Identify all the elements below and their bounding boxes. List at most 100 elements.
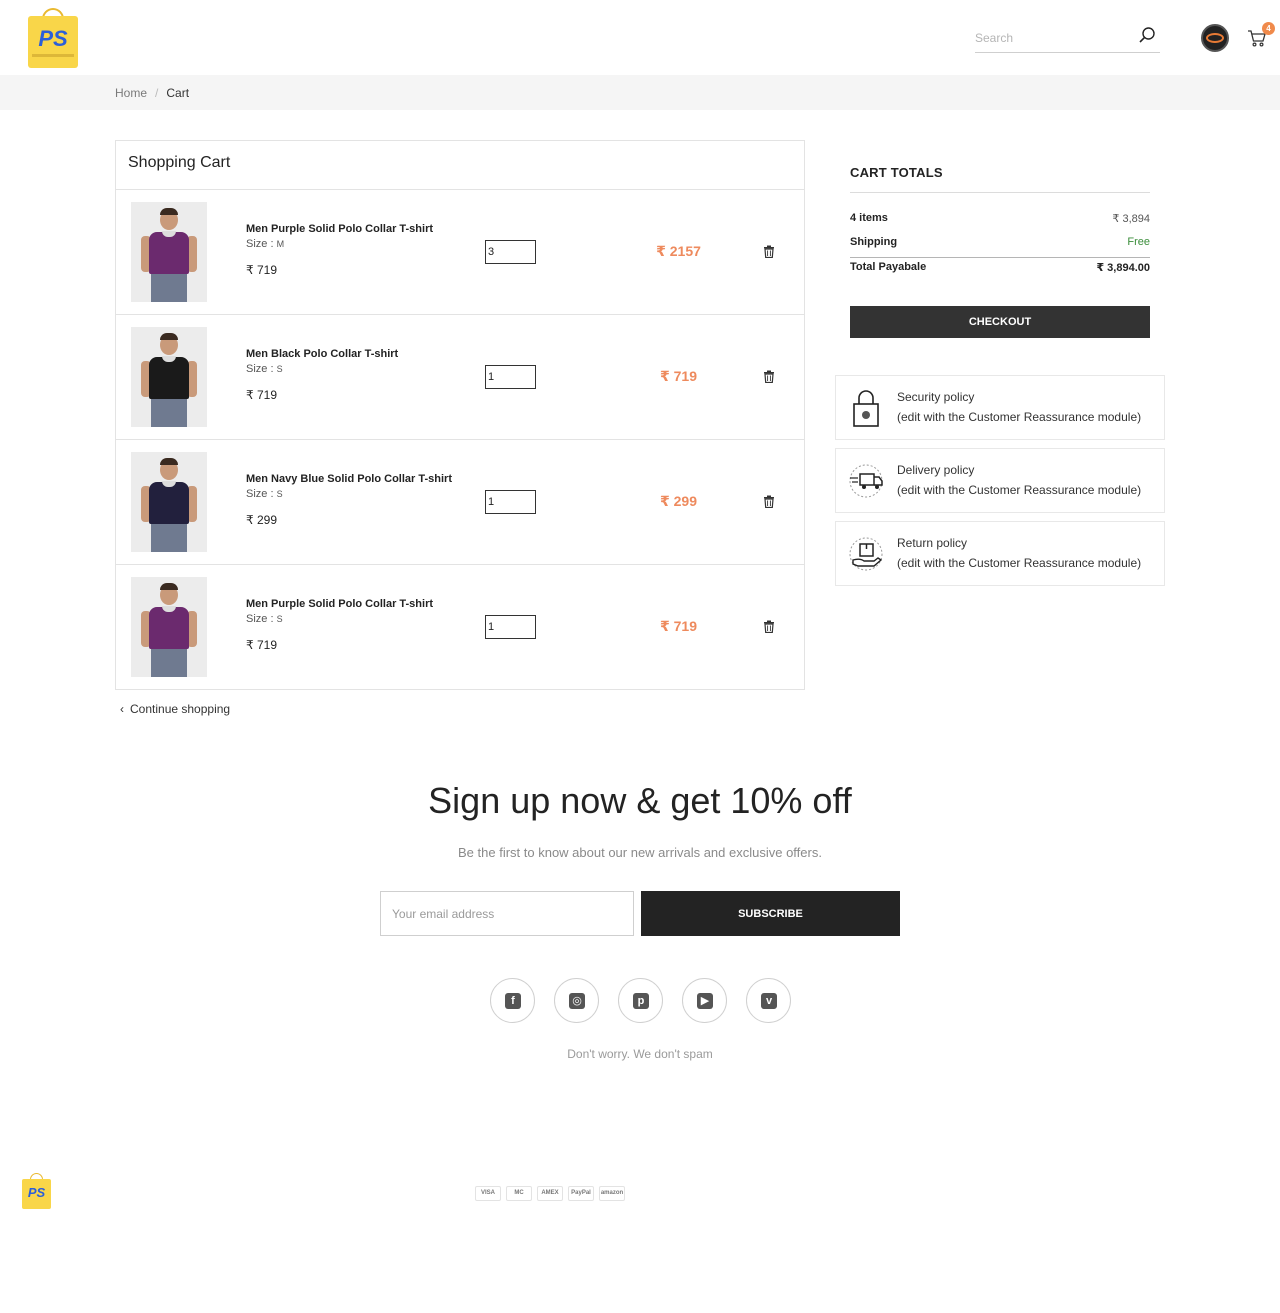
cart-title: Shopping Cart (128, 154, 231, 171)
shopping-cart-panel: Shopping Cart Men Purple Solid Polo Coll… (115, 140, 805, 690)
size-value: S (276, 614, 283, 624)
return-policy-desc: (edit with the Customer Reassurance modu… (897, 556, 1142, 570)
quantity-input[interactable] (485, 240, 536, 264)
cart-item-row: Men Purple Solid Polo Collar T-shirt Size… (116, 190, 804, 315)
lock-icon (853, 390, 879, 427)
security-policy-title: Security policy (897, 390, 975, 404)
visa-payment-icon: VISA (475, 1186, 501, 1201)
delivery-truck-icon (849, 464, 883, 498)
mastercard-payment-icon: MC (506, 1186, 532, 1201)
total-payable-label: Total Payabale (850, 261, 927, 273)
cart-count-badge: 4 (1262, 22, 1275, 35)
size-label: Size : (246, 613, 274, 625)
trash-icon[interactable] (763, 370, 775, 383)
delivery-policy-desc: (edit with the Customer Reassurance modu… (897, 483, 1142, 497)
size-label: Size : (246, 238, 274, 250)
line-total-price: ₹ 719 (660, 618, 697, 634)
cart-item-row: Men Black Polo Collar T-shirt Size : S ₹ 7… (116, 315, 804, 440)
product-name[interactable]: Men Purple Solid Polo Collar T-shirt (246, 223, 433, 235)
breadcrumb-separator: / (155, 86, 159, 100)
search-icon[interactable] (1138, 26, 1156, 44)
search-input[interactable] (975, 28, 1135, 48)
checkout-button[interactable]: CHECKOUT (850, 306, 1150, 338)
size-value: S (276, 489, 283, 499)
newsletter-email-input[interactable] (380, 891, 634, 936)
product-image[interactable] (131, 202, 207, 302)
continue-shopping-label: Continue shopping (130, 702, 231, 716)
product-name[interactable]: Men Navy Blue Solid Polo Collar T-shirt (246, 473, 452, 485)
line-total-price: ₹ 2157 (656, 243, 701, 259)
product-unit-price: ₹ 719 (246, 388, 277, 402)
instagram-icon: ◎ (569, 993, 585, 1009)
logo-text: PS (38, 26, 68, 51)
cart-item-row: Men Purple Solid Polo Collar T-shirt Size… (116, 565, 804, 690)
newsletter-title: Sign up now & get 10% off (428, 780, 852, 821)
product-size: Size : M (246, 238, 284, 250)
product-size: Size : S (246, 488, 283, 500)
items-subtotal-value: ₹ 3,894 (1112, 213, 1150, 225)
breadcrumb: Home / Cart (115, 86, 189, 100)
product-image[interactable] (131, 577, 207, 677)
footer-logo-text: PS (27, 1185, 46, 1200)
amazon-payment-icon: amazon (599, 1186, 625, 1201)
size-label: Size : (246, 488, 274, 500)
delivery-policy-block: Delivery policy (edit with the Customer … (835, 448, 1165, 513)
pinterest-link[interactable]: p (618, 978, 663, 1023)
product-name[interactable]: Men Black Polo Collar T-shirt (246, 348, 398, 360)
size-value: S (276, 364, 283, 374)
newsletter-subtitle: Be the first to know about our new arriv… (458, 845, 822, 860)
breadcrumb-bar: Home / Cart (0, 75, 1280, 110)
security-policy-block: Security policy (edit with the Customer … (835, 375, 1165, 440)
breadcrumb-current: Cart (166, 86, 190, 100)
youtube-link[interactable]: ▶ (682, 978, 727, 1023)
facebook-link[interactable]: f (490, 978, 535, 1023)
trash-icon[interactable] (763, 495, 775, 508)
site-header: PS 4 (0, 0, 1280, 75)
product-image[interactable] (131, 327, 207, 427)
youtube-icon: ▶ (697, 993, 713, 1009)
return-policy-block: Return policy (edit with the Customer Re… (835, 521, 1165, 586)
amex-payment-icon: AMEX (537, 1186, 563, 1201)
instagram-link[interactable]: ◎ (554, 978, 599, 1023)
vimeo-link[interactable]: v (746, 978, 791, 1023)
shipping-value: Free (1127, 236, 1150, 248)
trash-icon[interactable] (763, 245, 775, 258)
product-image[interactable] (131, 452, 207, 552)
product-unit-price: ₹ 719 (246, 263, 277, 277)
return-box-icon (849, 537, 883, 571)
quantity-input[interactable] (485, 490, 536, 514)
cart-item-row: Men Navy Blue Solid Polo Collar T-shirt S… (116, 440, 804, 565)
size-value: M (276, 239, 285, 249)
divider (850, 192, 1150, 193)
shipping-label: Shipping (850, 236, 898, 248)
cart-totals-title: CART TOTALS (850, 165, 943, 180)
breadcrumb-home-link[interactable]: Home (115, 86, 147, 100)
subscribe-button[interactable]: SUBSCRIBE (641, 891, 900, 936)
items-count-label: 4 items (850, 212, 888, 224)
continue-shopping-link[interactable]: ‹ Continue shopping (120, 702, 230, 716)
vimeo-icon: v (761, 993, 777, 1009)
footer-logo[interactable]: PS (22, 1173, 51, 1209)
line-total-price: ₹ 299 (660, 493, 697, 509)
user-account-icon[interactable] (1201, 24, 1229, 52)
quantity-input[interactable] (485, 615, 536, 639)
product-name[interactable]: Men Purple Solid Polo Collar T-shirt (246, 598, 433, 610)
facebook-icon: f (505, 993, 521, 1009)
store-logo[interactable]: PS (28, 8, 78, 68)
product-size: Size : S (246, 363, 283, 375)
trash-icon[interactable] (763, 620, 775, 633)
line-total-price: ₹ 719 (660, 368, 697, 384)
quantity-input[interactable] (485, 365, 536, 389)
product-size: Size : S (246, 613, 283, 625)
product-unit-price: ₹ 299 (246, 513, 277, 527)
total-payable-value: ₹ 3,894.00 (1096, 262, 1150, 274)
security-policy-desc: (edit with the Customer Reassurance modu… (897, 410, 1142, 424)
search-bar (975, 24, 1160, 53)
product-unit-price: ₹ 719 (246, 638, 277, 652)
pinterest-icon: p (633, 993, 649, 1009)
chevron-left-icon: ‹ (120, 702, 124, 716)
delivery-policy-title: Delivery policy (897, 463, 975, 477)
size-label: Size : (246, 363, 274, 375)
divider (850, 257, 1150, 258)
paypal-payment-icon: PayPal (568, 1186, 594, 1201)
